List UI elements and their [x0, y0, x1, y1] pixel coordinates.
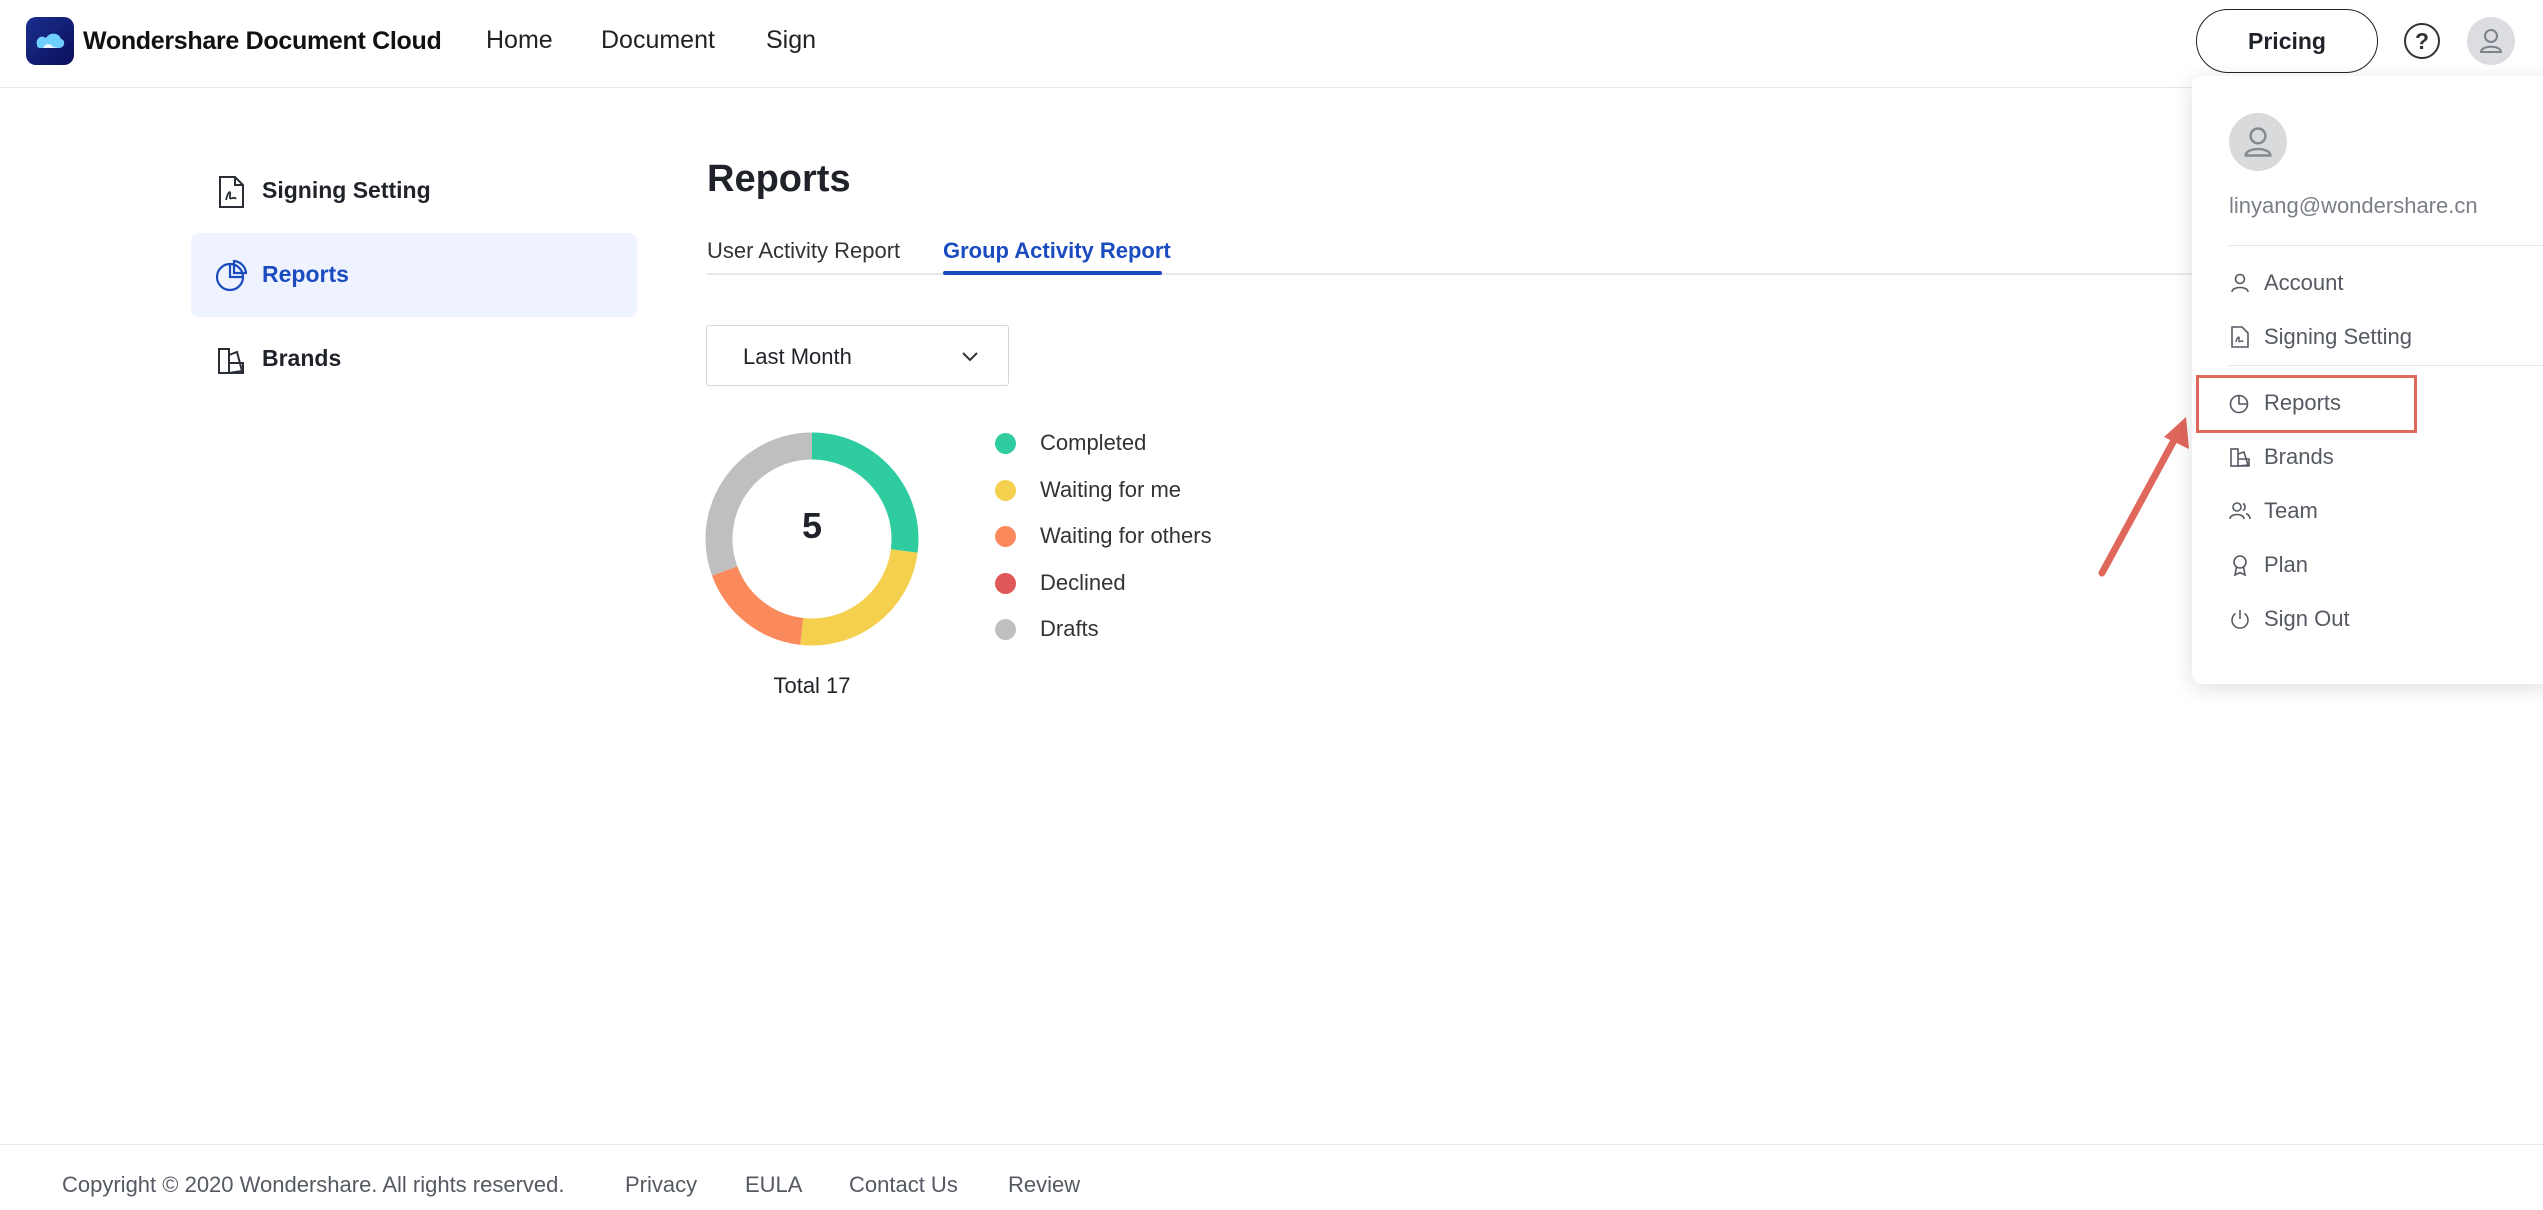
- legend-item-declined: Declined: [995, 568, 1126, 598]
- pie-chart-icon: [215, 259, 247, 292]
- footer-link-eula[interactable]: EULA: [745, 1172, 802, 1198]
- sidebar-item-signing-setting[interactable]: Signing Setting: [191, 149, 637, 233]
- menu-item-sign-out[interactable]: Sign Out: [2229, 599, 2529, 639]
- pricing-button[interactable]: Pricing: [2196, 9, 2378, 73]
- user-icon: [2479, 29, 2503, 53]
- total-label: Total 17: [773, 673, 851, 698]
- team-icon: [2229, 502, 2251, 520]
- footer-link-contact-us[interactable]: Contact Us: [849, 1172, 958, 1198]
- page-title: Reports: [707, 158, 851, 200]
- legend-dot: [995, 525, 1016, 547]
- legend-item-waiting-for-others: Waiting for others: [995, 521, 1212, 551]
- menu-item-label: Brands: [2264, 444, 2334, 469]
- sidebar-item-label: Reports: [262, 261, 349, 287]
- menu-item-team[interactable]: Team: [2229, 491, 2529, 531]
- legend-label: Waiting for others: [1040, 523, 1212, 548]
- nav-home[interactable]: Home: [486, 26, 553, 55]
- menu-item-brands[interactable]: Brands: [2229, 437, 2529, 477]
- wondershare-logo-icon[interactable]: [26, 17, 74, 65]
- legend-dot: [995, 572, 1016, 594]
- menu-item-label: Account: [2264, 270, 2344, 295]
- signing-document-icon: [219, 176, 244, 208]
- legend-label: Waiting for me: [1040, 477, 1182, 502]
- legend-label: Declined: [1040, 570, 1126, 595]
- page-footer: Copyright © 2020 Wondershare. All rights…: [0, 1144, 2543, 1210]
- footer-link-privacy[interactable]: Privacy: [625, 1172, 697, 1198]
- legend-label: Drafts: [1040, 616, 1099, 641]
- period-select-value: Last Month: [743, 344, 852, 369]
- annotation-highlight-box: [2196, 375, 2417, 433]
- award-icon: [2233, 555, 2247, 576]
- sidebar-item-label: Brands: [262, 345, 342, 371]
- brands-icon: [2230, 448, 2250, 467]
- user-avatar-button[interactable]: [2467, 17, 2515, 65]
- nav-document[interactable]: Document: [601, 26, 715, 55]
- menu-item-label: Plan: [2264, 552, 2309, 577]
- tab-group-activity-report[interactable]: Group Activity Report: [943, 238, 1171, 264]
- user-icon: [2244, 127, 2272, 157]
- power-icon: [2231, 610, 2249, 629]
- menu-item-signing-setting[interactable]: Signing Setting: [2229, 317, 2529, 357]
- menu-item-account[interactable]: Account: [2229, 263, 2529, 303]
- active-tab-underline: [943, 271, 1162, 275]
- menu-avatar: [2229, 113, 2287, 171]
- help-icon[interactable]: ?: [2404, 23, 2440, 59]
- tabs-divider: [707, 273, 2197, 275]
- brands-icon: [218, 348, 244, 374]
- legend-dot: [995, 618, 1016, 640]
- menu-divider: [2229, 365, 2543, 366]
- sidebar-item-brands[interactable]: Brands: [191, 317, 637, 401]
- legend-item-waiting-for-me: Waiting for me: [995, 475, 1181, 505]
- menu-item-plan[interactable]: Plan: [2229, 545, 2529, 585]
- menu-item-label: Sign Out: [2264, 606, 2350, 631]
- sidebar-item-reports[interactable]: Reports: [191, 233, 637, 317]
- copyright-text: Copyright © 2020 Wondershare. All rights…: [62, 1172, 565, 1197]
- legend-dot: [995, 432, 1016, 454]
- account-email: linyang@wondershare.cn: [2229, 193, 2478, 218]
- chevron-down-icon: [962, 352, 978, 362]
- menu-item-label: Team: [2264, 498, 2318, 523]
- legend-item-drafts: Drafts: [995, 614, 1099, 644]
- brand-name[interactable]: Wondershare Document Cloud: [83, 27, 442, 56]
- menu-divider: [2229, 245, 2543, 246]
- donut-center-value: 5: [801, 505, 823, 546]
- sidebar-item-label: Signing Setting: [262, 177, 431, 203]
- period-select[interactable]: Last Month: [706, 325, 1009, 386]
- menu-item-label: Signing Setting: [2264, 324, 2412, 349]
- nav-sign[interactable]: Sign: [766, 26, 816, 55]
- footer-link-review[interactable]: Review: [1008, 1172, 1080, 1198]
- signing-document-icon: [2231, 326, 2249, 348]
- legend-dot: [995, 479, 1016, 501]
- legend-label: Completed: [1040, 430, 1147, 455]
- donut-slice-waiting-for-me: [800, 548, 918, 646]
- legend-item-completed: Completed: [995, 428, 1146, 458]
- tab-user-activity-report[interactable]: User Activity Report: [707, 238, 900, 264]
- donut-slice-waiting-for-others: [712, 565, 804, 645]
- top-header: Wondershare Document Cloud Home Document…: [0, 0, 2543, 88]
- annotation-arrow: [2098, 417, 2189, 577]
- help-glyph: ?: [2414, 27, 2430, 54]
- user-icon: [2231, 273, 2249, 293]
